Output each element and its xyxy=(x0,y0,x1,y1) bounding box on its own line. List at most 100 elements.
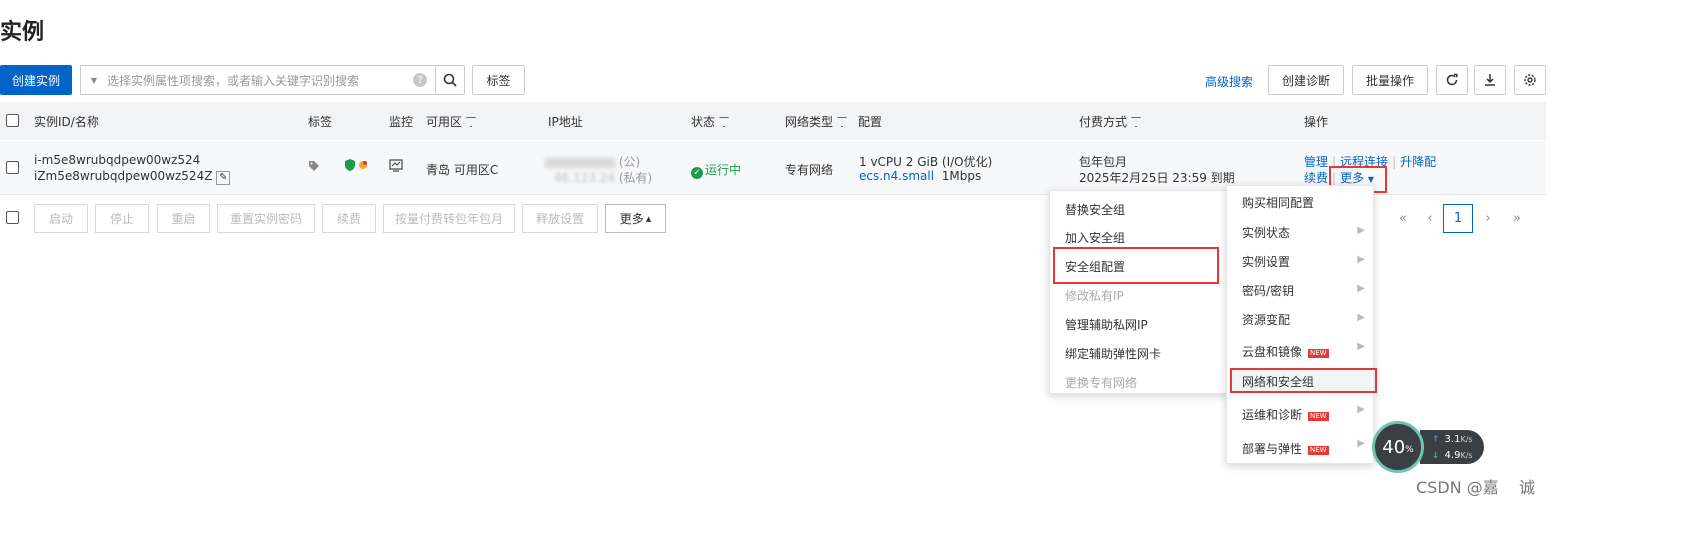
menu-item-resource-change[interactable]: 资源变配 xyxy=(1242,311,1290,328)
chevron-right-icon: ▶ xyxy=(1357,312,1365,323)
settings-button[interactable] xyxy=(1514,65,1546,95)
release-settings-button[interactable]: 释放设置 xyxy=(522,204,598,233)
edit-icon[interactable]: ✎ xyxy=(216,171,231,185)
zone-value: 青岛 可用区C xyxy=(426,163,499,177)
menu-item-deploy-elastic[interactable]: 部署与弹性 NEW xyxy=(1242,440,1329,457)
first-page-button[interactable]: « xyxy=(1392,204,1414,233)
menu-item-instance-status[interactable]: 实例状态 xyxy=(1242,224,1360,241)
select-all-checkbox[interactable] xyxy=(6,114,19,127)
help-icon: ? xyxy=(413,73,427,87)
search-button[interactable] xyxy=(435,65,465,95)
status-text: 运行中 xyxy=(705,163,742,177)
menu-item-instance-settings-label: 实例设置 xyxy=(1242,255,1291,269)
search-input[interactable]: 选择实例属性项搜索，或者输入关键字识别搜索 xyxy=(107,72,413,89)
start-button[interactable]: 启动 xyxy=(34,204,88,233)
chevron-down-icon[interactable]: ▼ xyxy=(81,76,107,85)
manage-link[interactable]: 管理 xyxy=(1304,155,1328,169)
instance-id-link[interactable]: i-m5e8wrubqdpew00wz524 xyxy=(34,153,200,167)
column-header-tag: 标签 xyxy=(308,115,333,129)
filter-icon[interactable] xyxy=(837,117,848,127)
gear-icon xyxy=(1524,74,1536,86)
column-header-status-label: 状态 xyxy=(691,115,716,129)
usage-percent: 40 xyxy=(1382,436,1406,458)
renew-link[interactable]: 续费 xyxy=(1304,171,1328,185)
row-checkbox[interactable] xyxy=(6,161,19,174)
restart-button[interactable]: 重启 xyxy=(157,204,210,233)
convert-billing-button[interactable]: 按量付费转包年包月 xyxy=(383,204,515,233)
column-header-id: 实例ID/名称 xyxy=(34,115,99,129)
create-diagnosis-button[interactable]: 创建诊断 xyxy=(1268,65,1344,95)
filter-icon[interactable] xyxy=(466,117,477,127)
private-ip-label: (私有) xyxy=(618,171,653,185)
menu-item-bind-eni[interactable]: 绑定辅助弹性网卡 xyxy=(1065,345,1161,362)
menu-item-disk-image[interactable]: 云盘和镜像 NEW xyxy=(1242,343,1329,360)
column-header-ip: IP地址 xyxy=(548,115,583,129)
network-speed-widget[interactable]: ↑ 3.1K/s ↓ 4.9K/s 40% xyxy=(1372,421,1484,473)
menu-item-modify-private-ip[interactable]: 修改私有IP xyxy=(1065,287,1124,304)
instance-type-link[interactable]: ecs.n4.small xyxy=(859,169,934,183)
page-1-button[interactable]: 1 xyxy=(1443,204,1473,233)
prev-page-button[interactable]: ‹ xyxy=(1420,204,1440,233)
column-header-network[interactable]: 网络类型 xyxy=(785,113,848,130)
refresh-button[interactable] xyxy=(1436,65,1468,95)
column-header-monitor: 监控 xyxy=(389,115,414,129)
menu-item-instance-settings[interactable]: 实例设置 xyxy=(1242,253,1290,270)
reset-password-button[interactable]: 重置实例密码 xyxy=(217,204,315,233)
menu-item-password-key-label: 密码/密钥 xyxy=(1242,284,1295,298)
menu-item-deploy-elastic-label: 部署与弹性 xyxy=(1242,442,1303,456)
private-ip-value: 46.123.24 xyxy=(553,171,615,185)
download-button[interactable] xyxy=(1474,65,1506,95)
menu-item-resource-change-label: 资源变配 xyxy=(1242,313,1291,327)
network-type-value: 专有网络 xyxy=(785,163,834,177)
search-box[interactable]: ▼ 选择实例属性项搜索，或者输入关键字识别搜索 ? xyxy=(80,65,436,95)
upgrade-link[interactable]: 升降配 xyxy=(1400,155,1436,169)
filter-icon[interactable] xyxy=(719,117,730,127)
highlight-security-group-config xyxy=(1053,247,1219,284)
create-instance-button[interactable]: 创建实例 xyxy=(0,65,72,95)
instance-name-text: iZm5e8wrubqdpew00wz524Z xyxy=(34,169,213,183)
batch-select-checkbox[interactable] xyxy=(6,211,19,224)
menu-item-ops-diagnosis[interactable]: 运维和诊断 NEW xyxy=(1242,406,1329,423)
arrow-down-icon: ↓ xyxy=(1432,451,1440,461)
filter-icon[interactable] xyxy=(1131,117,1142,127)
menu-item-change-vpc[interactable]: 更换专有网络 xyxy=(1065,374,1137,391)
column-header-billing[interactable]: 付费方式 xyxy=(1079,113,1142,130)
monitor-icon[interactable] xyxy=(389,159,403,175)
renew-button[interactable]: 续费 xyxy=(322,204,376,233)
menu-item-manage-secondary-ip[interactable]: 管理辅助私网IP xyxy=(1065,316,1148,333)
chevron-right-icon: ▶ xyxy=(1357,225,1365,236)
usage-gauge: 40% xyxy=(1372,421,1424,473)
last-page-button[interactable]: » xyxy=(1506,204,1528,233)
download-rate-unit: K/s xyxy=(1460,451,1473,460)
advanced-search-link[interactable]: 高级搜索 xyxy=(1205,73,1253,90)
security-shield-icon[interactable] xyxy=(345,159,369,175)
menu-item-replace-security-group[interactable]: 替换安全组 xyxy=(1065,201,1125,218)
new-badge: NEW xyxy=(1308,412,1329,421)
search-icon xyxy=(443,73,457,87)
column-header-actions: 操作 xyxy=(1304,115,1329,129)
stop-button[interactable]: 停止 xyxy=(95,204,149,233)
check-circle-icon: ✓ xyxy=(691,167,703,179)
public-ip-label: (公) xyxy=(618,155,641,169)
column-header-config: 配置 xyxy=(858,115,883,129)
column-header-zone[interactable]: 可用区 xyxy=(426,113,477,130)
column-header-billing-label: 付费方式 xyxy=(1079,115,1128,129)
batch-operation-button[interactable]: 批量操作 xyxy=(1352,65,1428,95)
billing-type: 包年包月 xyxy=(1079,155,1128,169)
arrow-up-icon: ↑ xyxy=(1432,435,1440,445)
upload-rate-value: 3.1 xyxy=(1444,434,1461,445)
tag-filter-button[interactable]: 标签 xyxy=(472,65,525,95)
config-spec-line: 1 vCPU 2 GiB (I/O优化) xyxy=(859,155,993,169)
download-icon xyxy=(1485,74,1495,86)
next-page-button[interactable]: › xyxy=(1478,204,1498,233)
batch-more-button[interactable]: 更多 ▲ xyxy=(605,204,666,233)
page-title: 实例 xyxy=(0,20,45,45)
menu-item-ops-diagnosis-label: 运维和诊断 xyxy=(1242,408,1303,422)
menu-item-join-security-group[interactable]: 加入安全组 xyxy=(1065,229,1125,246)
refresh-icon xyxy=(1446,73,1458,86)
chevron-right-icon: ▶ xyxy=(1357,404,1365,415)
tag-icon[interactable] xyxy=(308,160,320,175)
column-header-status[interactable]: 状态 xyxy=(691,113,730,130)
menu-item-buy-same[interactable]: 购买相同配置 xyxy=(1242,194,1314,211)
menu-item-password-key[interactable]: 密码/密钥 xyxy=(1242,282,1294,299)
